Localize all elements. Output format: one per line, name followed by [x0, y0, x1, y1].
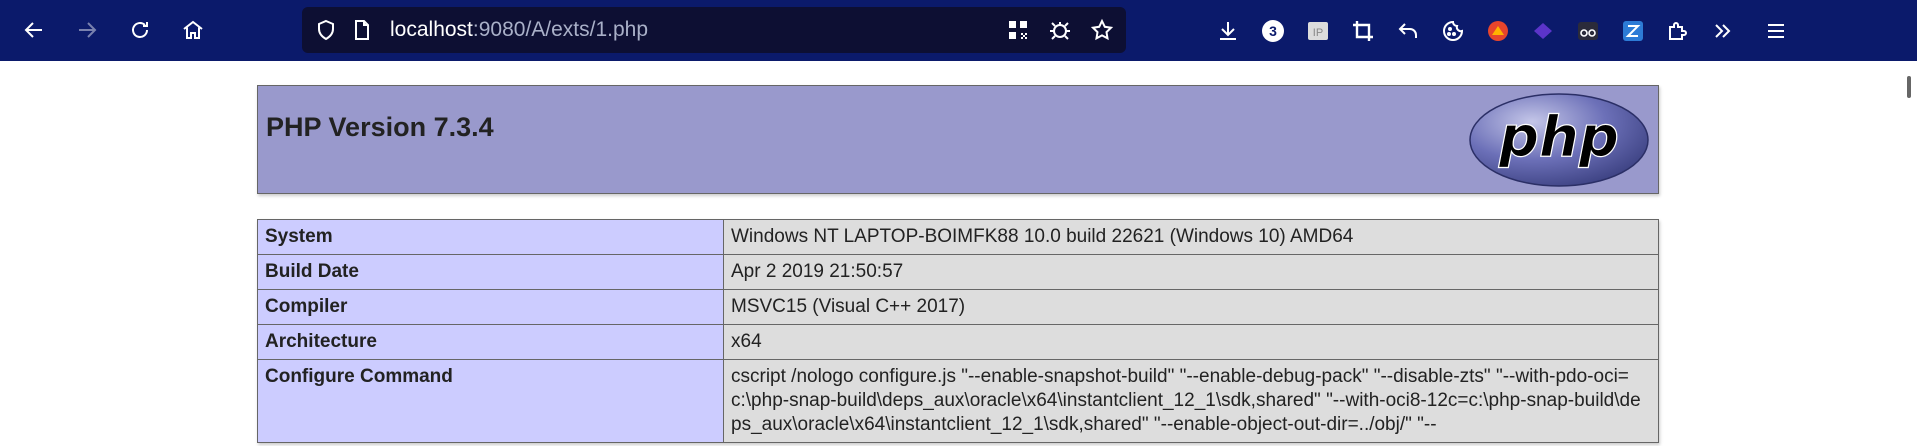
table-row: System Windows NT LAPTOP-BOIMFK88 10.0 bu… [257, 219, 1659, 255]
table-row: Architecture x64 [257, 324, 1659, 360]
row-label: System [257, 219, 724, 255]
bug-icon[interactable] [1046, 16, 1074, 44]
page-scrollbar-thumb[interactable] [1907, 76, 1911, 98]
shield-icon[interactable] [312, 16, 340, 44]
row-value: x64 [723, 324, 1659, 360]
php-version-header: PHP Version 7.3.4 php [257, 85, 1659, 194]
undo-icon[interactable] [1394, 17, 1422, 45]
bookmark-star-icon[interactable] [1088, 16, 1116, 44]
toolbar-extensions: 3 IP [1214, 0, 1790, 61]
extensions-puzzle-icon[interactable] [1664, 17, 1692, 45]
php-logo[interactable]: php [1468, 92, 1650, 188]
hamburger-menu-icon[interactable] [1762, 17, 1790, 45]
forward-button[interactable] [69, 12, 105, 48]
table-row: Compiler MSVC15 (Visual C++ 2017) [257, 289, 1659, 325]
zotero-extension-icon[interactable] [1619, 17, 1647, 45]
counter-badge-icon[interactable]: 3 [1259, 17, 1287, 45]
svg-text:IP: IP [1313, 27, 1323, 39]
overflow-chevrons-icon[interactable] [1709, 17, 1737, 45]
ip-extension-icon[interactable]: IP [1304, 17, 1332, 45]
url-text[interactable]: localhost:9080/A/exts/1.php [390, 18, 1004, 42]
forward-arrow-icon [79, 22, 97, 38]
table-row: Build Date Apr 2 2019 21:50:57 [257, 254, 1659, 290]
reload-icon [132, 22, 148, 38]
back-arrow-icon [24, 22, 42, 38]
php-logo-text: php [1498, 105, 1619, 170]
page-info-icon[interactable] [348, 16, 376, 44]
phpinfo-content: PHP Version 7.3.4 php System Windows NT L… [257, 85, 1659, 443]
qr-code-icon[interactable] [1004, 16, 1032, 44]
download-icon[interactable] [1214, 17, 1242, 45]
fox-extension-icon[interactable] [1484, 17, 1512, 45]
diamond-extension-icon[interactable] [1529, 17, 1557, 45]
row-label: Configure Command [257, 359, 724, 443]
row-value: Apr 2 2019 21:50:57 [723, 254, 1659, 290]
row-label: Build Date [257, 254, 724, 290]
table-row: Configure Command cscript /nologo configu… [257, 359, 1659, 443]
browser-toolbar: localhost:9080/A/exts/1.php 3 IP [0, 0, 1917, 61]
row-value: Windows NT LAPTOP-BOIMFK88 10.0 build 22… [723, 219, 1659, 255]
page-title: PHP Version 7.3.4 [266, 112, 494, 142]
row-value: cscript /nologo configure.js "--enable-s… [723, 359, 1659, 443]
cookie-icon[interactable] [1439, 17, 1467, 45]
home-button[interactable] [175, 12, 211, 48]
url-bar[interactable]: localhost:9080/A/exts/1.php [302, 7, 1126, 53]
system-info-table: System Windows NT LAPTOP-BOIMFK88 10.0 bu… [257, 219, 1659, 443]
back-button[interactable] [16, 12, 52, 48]
row-value: MSVC15 (Visual C++ 2017) [723, 289, 1659, 325]
row-label: Architecture [257, 324, 724, 360]
glasses-extension-icon[interactable] [1574, 17, 1602, 45]
crop-icon[interactable] [1349, 17, 1377, 45]
row-label: Compiler [257, 289, 724, 325]
reload-button[interactable] [122, 12, 158, 48]
home-icon [183, 20, 203, 39]
badge-count: 3 [1269, 22, 1277, 39]
